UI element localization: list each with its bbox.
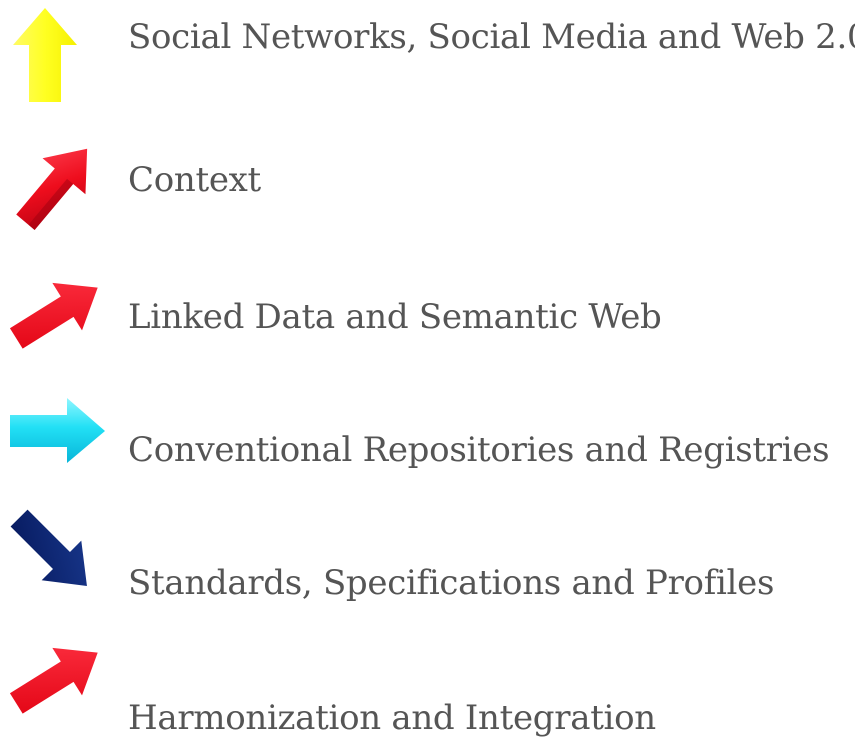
trend-label: Linked Data and Semantic Web bbox=[128, 297, 662, 337]
up-right-arrow-icon bbox=[5, 273, 105, 373]
up-right-arrow-icon bbox=[5, 640, 105, 740]
up-arrow-icon bbox=[5, 5, 105, 105]
trend-item-social-networks: Social Networks, Social Media and Web 2.… bbox=[0, 5, 855, 115]
right-arrow-icon bbox=[5, 393, 105, 493]
trend-item-context: Context bbox=[0, 135, 855, 245]
trend-label: Context bbox=[128, 160, 261, 200]
trend-item-harmonization: Harmonization and Integration bbox=[0, 626, 855, 738]
trend-label: Harmonization and Integration bbox=[128, 698, 656, 738]
up-right-arrow-icon bbox=[5, 135, 105, 235]
trend-label: Social Networks, Social Media and Web 2.… bbox=[128, 17, 855, 57]
trend-item-repositories: Conventional Repositories and Registries bbox=[0, 395, 855, 505]
trend-label: Standards, Specifications and Profiles bbox=[128, 563, 775, 603]
trend-label: Conventional Repositories and Registries bbox=[128, 430, 830, 470]
down-right-arrow-icon bbox=[5, 509, 105, 610]
trend-item-linked-data: Linked Data and Semantic Web bbox=[0, 275, 855, 385]
trend-item-standards: Standards, Specifications and Profiles bbox=[0, 509, 855, 620]
